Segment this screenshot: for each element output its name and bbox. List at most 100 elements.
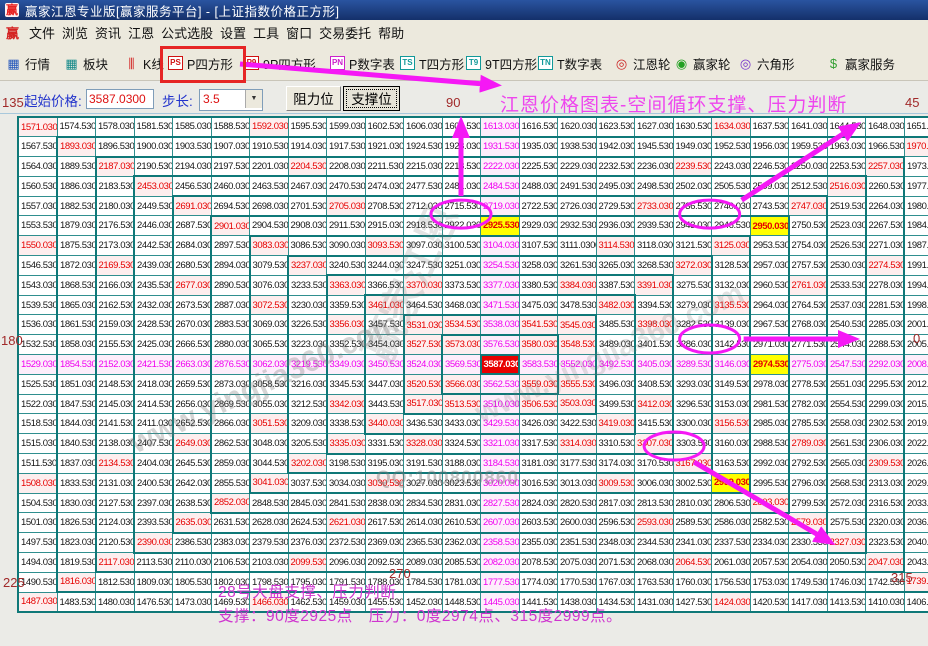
price-cell: 3457.5300 xyxy=(365,315,404,335)
price-cell: 2173.0300 xyxy=(96,236,135,256)
price-cell: 2505.5300 xyxy=(712,176,751,196)
price-cell: 2320.0300 xyxy=(866,513,905,533)
price-cell: 1476.5300 xyxy=(134,592,173,612)
menu-item-文件[interactable]: 文件 xyxy=(27,21,57,44)
menu-item-公式选股[interactable]: 公式选股 xyxy=(159,21,215,44)
menu-item-江恩[interactable]: 江恩 xyxy=(126,21,156,44)
price-cell: 2040.0300 xyxy=(904,533,928,553)
price-cell: 2236.0300 xyxy=(635,157,674,177)
price-cell: 2218.5300 xyxy=(442,157,481,177)
price-cell: 3188.0300 xyxy=(442,454,481,474)
price-cell: 2789.0300 xyxy=(789,434,828,454)
price-cell: 1858.0300 xyxy=(57,335,96,355)
price-cell: 3300.0300 xyxy=(673,414,712,434)
price-cell: 2071.5300 xyxy=(596,553,635,573)
t-number-table-icon: TN xyxy=(538,56,553,70)
price-cell: 2208.0300 xyxy=(327,157,366,177)
price-cell: 3303.5300 xyxy=(673,434,712,454)
price-cell: 2012.0300 xyxy=(904,374,928,394)
step-combobox[interactable]: 3.5 ▼ xyxy=(199,89,263,111)
price-cell: 2141.5300 xyxy=(96,414,135,434)
price-cell: 2470.5300 xyxy=(327,176,366,196)
price-cell: 2026.0300 xyxy=(904,454,928,474)
toolbar-item-行情[interactable]: ▦行情 xyxy=(6,53,50,73)
toolbar-item-T数字表[interactable]: TNT数字表 xyxy=(538,53,602,73)
toolbar-item-P数字表[interactable]: PNP数字表 xyxy=(330,53,395,73)
angle-label-0: 0 xyxy=(913,331,920,346)
menu-item-帮助[interactable]: 帮助 xyxy=(376,21,406,44)
price-cell: 3387.5300 xyxy=(596,275,635,295)
toolbar-item-9T四方形[interactable]: T99T四方形 xyxy=(466,53,537,73)
price-cell: 2663.0300 xyxy=(173,355,212,375)
price-cell: 2085.5300 xyxy=(442,553,481,573)
price-cell: 3566.0300 xyxy=(442,374,481,394)
price-cell: 3132.0300 xyxy=(712,275,751,295)
toolbar-item-六角形[interactable]: ◎六角形 xyxy=(738,53,795,73)
price-cell: 3580.0300 xyxy=(519,335,558,355)
menu-item-工具[interactable]: 工具 xyxy=(251,21,281,44)
price-cell: 3128.5300 xyxy=(712,256,751,276)
toolbar-item-label: T四方形 xyxy=(419,54,464,73)
toolbar-item-9P四方形[interactable]: P99P四方形 xyxy=(244,53,316,73)
price-cell: 2911.5300 xyxy=(327,216,366,236)
price-cell: 2229.0300 xyxy=(558,157,597,177)
price-cell: 2082.0300 xyxy=(481,553,520,573)
price-cell: 2113.5300 xyxy=(134,553,173,573)
price-cell: 1609.5300 xyxy=(442,117,481,137)
menu-item-资讯[interactable]: 资讯 xyxy=(93,21,123,44)
price-cell: 2257.0300 xyxy=(866,157,905,177)
price-cell: 2638.5300 xyxy=(173,493,212,513)
price-cell: 2645.5300 xyxy=(173,454,212,474)
price-cell: 2988.5300 xyxy=(750,434,789,454)
price-cell: 2138.0300 xyxy=(96,434,135,454)
price-cell: 2309.5300 xyxy=(866,454,905,474)
price-cell: 3366.5300 xyxy=(365,275,404,295)
price-cell: 2050.5300 xyxy=(827,553,866,573)
price-cell: 2337.5300 xyxy=(712,533,751,553)
price-cell: 3202.0300 xyxy=(288,454,327,474)
toolbar-item-江恩轮[interactable]: ◎江恩轮 xyxy=(614,53,671,73)
price-cell: 2183.5300 xyxy=(96,176,135,196)
price-cell: 3405.0300 xyxy=(635,355,674,375)
chevron-down-icon[interactable]: ▼ xyxy=(245,90,262,108)
candlestick-icon: ⫼ xyxy=(124,56,139,71)
price-cell: 2778.5300 xyxy=(789,374,828,394)
price-cell: 2729.5300 xyxy=(596,196,635,216)
price-cell: 1889.5300 xyxy=(57,157,96,177)
toolbar-item-T四方形[interactable]: TST四方形 xyxy=(400,53,464,73)
toolbar-item-赢家服务[interactable]: $赢家服务 xyxy=(826,53,895,73)
price-cell: 3394.5300 xyxy=(635,295,674,315)
price-cell: 2068.0300 xyxy=(635,553,674,573)
menu-item-窗口[interactable]: 窗口 xyxy=(284,21,314,44)
price-cell: 1840.5300 xyxy=(57,434,96,454)
price-cell: 2243.0300 xyxy=(712,157,751,177)
toolbar-item-赢家轮[interactable]: ◉赢家轮 xyxy=(674,53,731,73)
price-cell: 3426.0300 xyxy=(519,414,558,434)
price-cell: 1991.0300 xyxy=(904,256,928,276)
start-price-input[interactable] xyxy=(86,89,154,109)
menu-item-浏览[interactable]: 浏览 xyxy=(60,21,90,44)
price-cell: 1861.5300 xyxy=(57,315,96,335)
price-cell: 2985.0300 xyxy=(750,414,789,434)
price-cell: 2197.5300 xyxy=(211,157,250,177)
angle-label-315: 315 xyxy=(891,570,913,585)
resistance-button[interactable]: 阻力位 xyxy=(286,86,341,111)
toolbar-item-K线[interactable]: ⫼K线 xyxy=(124,53,164,73)
menu-item-交易委托[interactable]: 交易委托 xyxy=(317,21,373,44)
toolbar-item-label: P数字表 xyxy=(349,54,395,73)
price-cell: 3079.5300 xyxy=(250,256,289,276)
price-cell: 1578.0300 xyxy=(96,117,135,137)
price-cell: 2820.5300 xyxy=(558,493,597,513)
price-cell: 2393.5300 xyxy=(134,513,173,533)
price-cell: 2330.5300 xyxy=(789,533,828,553)
price-cell: 2117.0300 xyxy=(96,553,135,573)
price-cell: 2964.0300 xyxy=(750,295,789,315)
price-cell: 1574.5300 xyxy=(57,117,96,137)
price-cell: 1952.5300 xyxy=(712,137,751,157)
toolbar-item-板块[interactable]: ▦板块 xyxy=(64,53,108,73)
price-cell: 1494.0300 xyxy=(18,553,57,573)
price-cell: 1599.0300 xyxy=(327,117,366,137)
price-cell: 1417.0300 xyxy=(789,592,828,612)
support-button[interactable]: 支撑位 xyxy=(343,86,400,111)
menu-item-设置[interactable]: 设置 xyxy=(218,21,248,44)
